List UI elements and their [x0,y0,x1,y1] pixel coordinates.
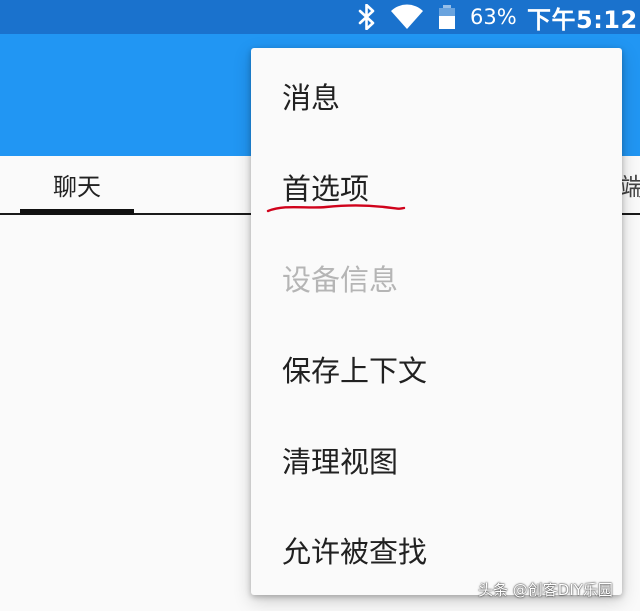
menu-item-label: 保存上下文 [282,353,428,388]
battery-percentage: 63% [470,5,517,29]
wifi-icon [390,0,426,34]
menu-item-label: 清理视图 [282,444,399,479]
watermark: 头条 @创客DIY乐园 [478,580,613,599]
status-bar: 63% 下午5:12 [0,0,640,34]
tab-partial-label: 端 [620,173,640,201]
app-screen: 63% 下午5:12 聊天 端 消息 首选项 设备信息 保存上下文 清理视图 允… [0,0,640,611]
menu-item-label: 允许被查找 [282,534,428,569]
menu-item-label: 设备信息 [282,262,399,297]
overflow-menu: 消息 首选项 设备信息 保存上下文 清理视图 允许被查找 [251,48,622,595]
tab-chat-label: 聊天 [53,173,101,201]
menu-item-save-context[interactable]: 保存上下文 [251,323,622,414]
menu-item-clear-view[interactable]: 清理视图 [251,414,622,505]
status-clock: 下午5:12 [527,5,638,34]
tab-chat[interactable]: 聊天 [20,156,134,213]
menu-item-messages[interactable]: 消息 [251,50,622,141]
tab-partial[interactable]: 端 [620,156,640,213]
menu-item-device-info: 设备信息 [251,232,622,323]
menu-item-label: 消息 [282,80,341,115]
battery-icon [438,0,458,34]
bluetooth-icon [357,0,381,34]
red-underline-annotation [266,204,406,213]
